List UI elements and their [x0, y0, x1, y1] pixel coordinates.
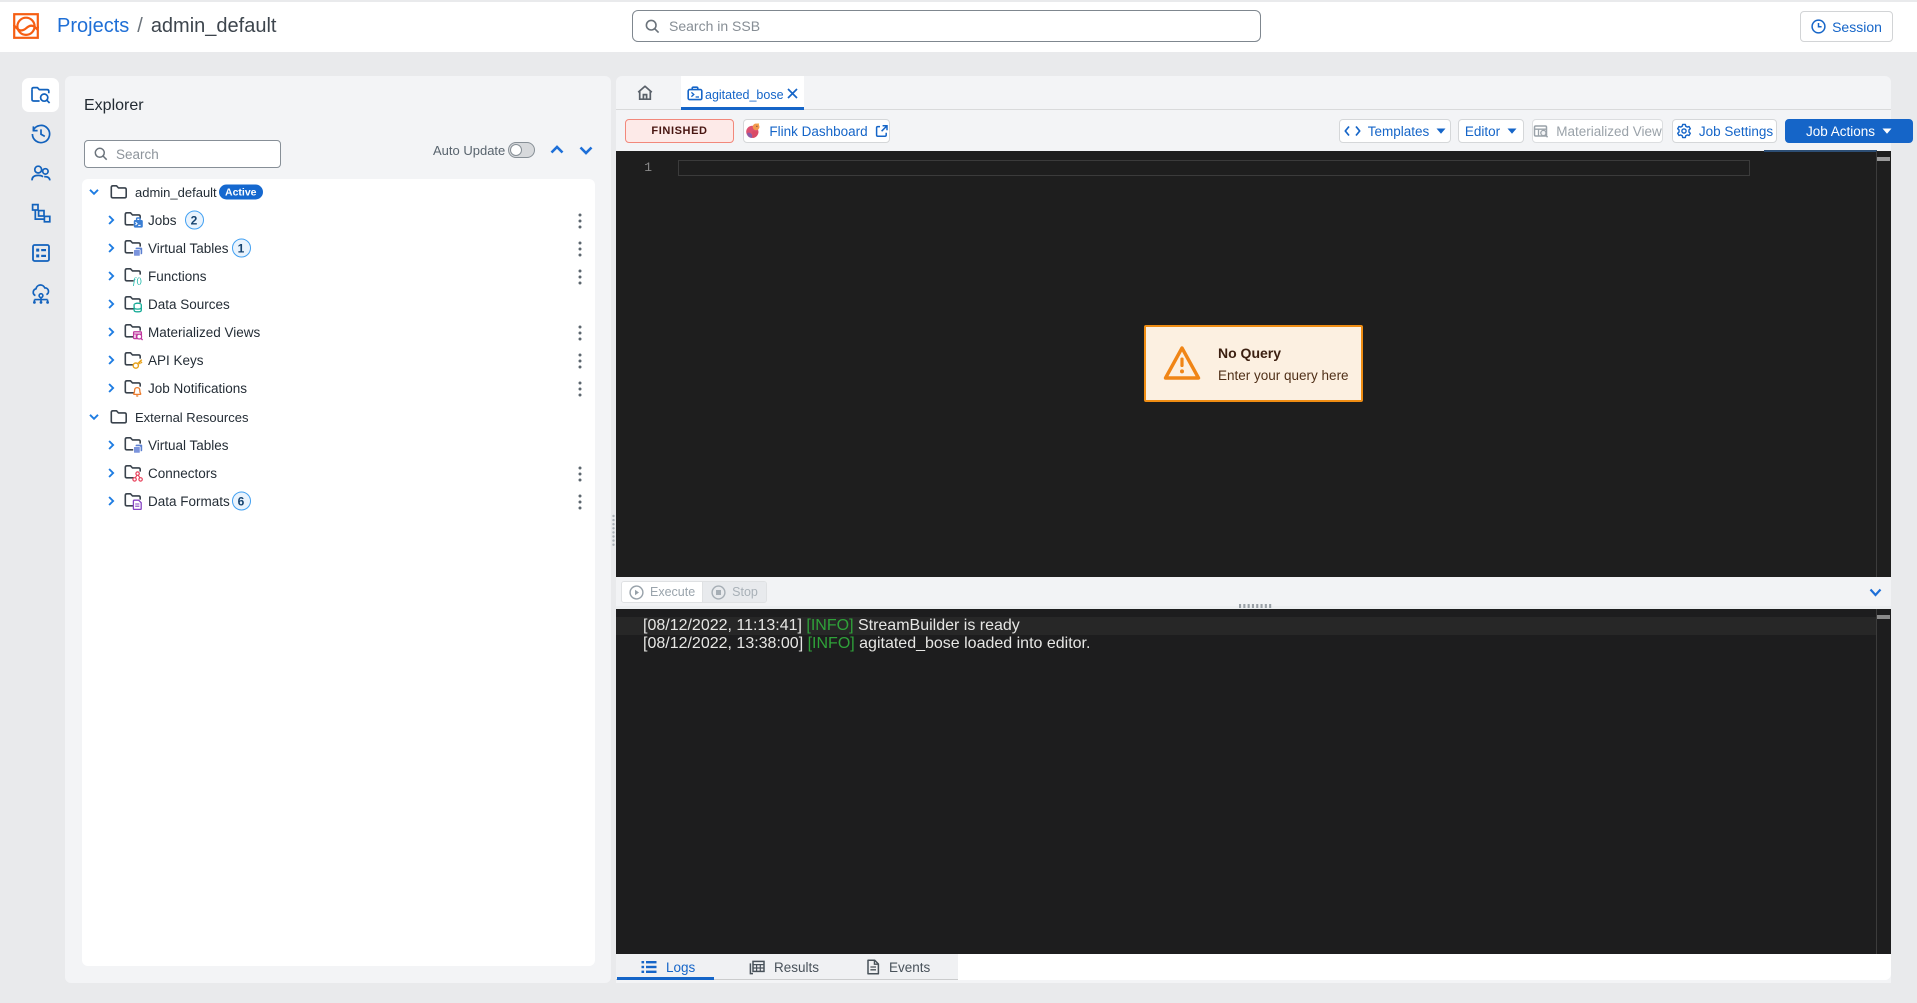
svg-text:(): ()	[136, 275, 142, 285]
